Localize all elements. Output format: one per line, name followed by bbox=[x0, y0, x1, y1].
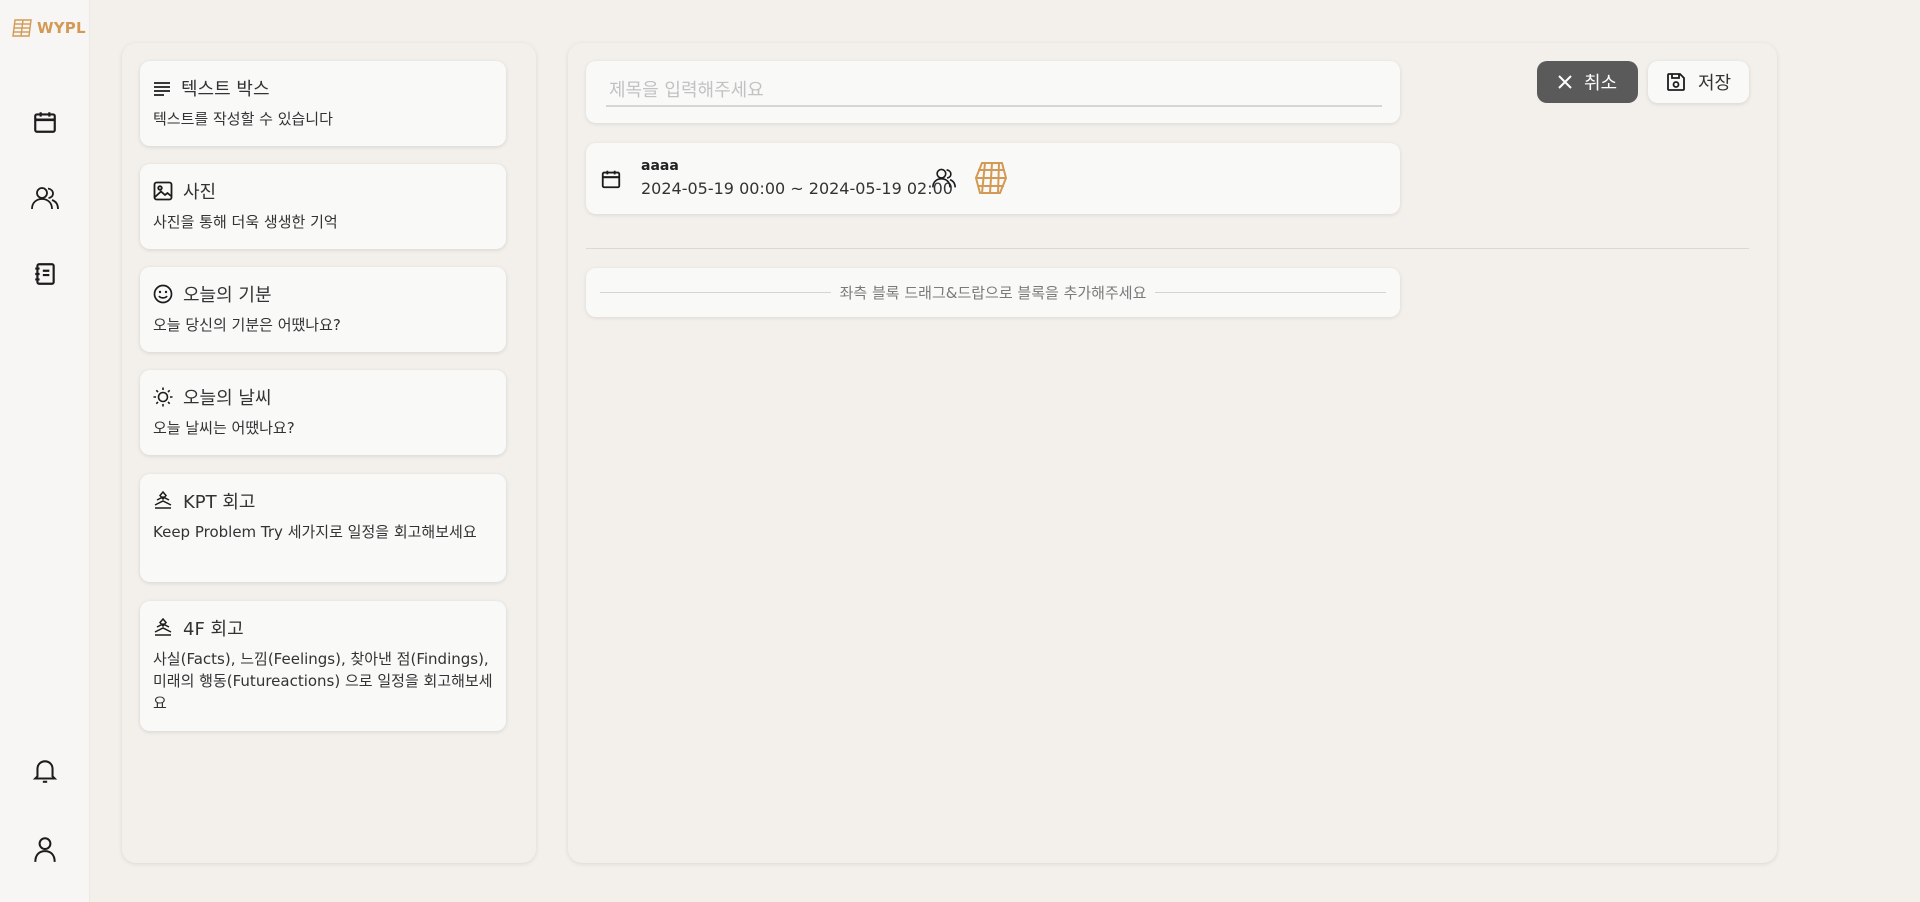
divider bbox=[586, 248, 1749, 249]
cancel-button[interactable]: 취소 bbox=[1537, 61, 1638, 103]
block-title: 오늘의 날씨 bbox=[183, 388, 272, 409]
drop-line-left bbox=[600, 292, 831, 293]
block-item-mood[interactable]: 오늘의 기분 오늘 당신의 기분은 어땠나요? bbox=[140, 267, 506, 352]
calendar-icon bbox=[601, 170, 621, 189]
block-desc: 사실(Facts), 느낌(Feelings), 찾아낸 점(Findings)… bbox=[153, 650, 493, 712]
nav-notification-button[interactable] bbox=[29, 755, 61, 787]
drop-hint: 좌측 블록 드래그&드랍으로 블록을 추가해주세요 bbox=[839, 284, 1147, 302]
block-desc: Keep Problem Try 세가지로 일정을 회고해보세요 bbox=[153, 523, 477, 541]
block-item-photo[interactable]: 사진 사진을 통해 더욱 생생한 기억 bbox=[140, 164, 506, 249]
block-desc: 오늘 당신의 기분은 어땠나요? bbox=[153, 316, 341, 334]
block-title: 텍스트 박스 bbox=[181, 79, 270, 100]
logo-text: WYPL bbox=[37, 19, 86, 37]
group-icon bbox=[31, 187, 59, 210]
schedule-name: aaaa bbox=[641, 158, 679, 174]
title-input[interactable] bbox=[606, 75, 1382, 107]
nav-group-button[interactable] bbox=[29, 182, 61, 214]
calendar-icon bbox=[34, 112, 56, 133]
save-button[interactable]: 저장 bbox=[1648, 61, 1749, 103]
block-title: 4F 회고 bbox=[183, 619, 244, 640]
retro-icon bbox=[154, 618, 172, 636]
save-label: 저장 bbox=[1697, 73, 1732, 94]
schedule-card[interactable]: aaaa 2024-05-19 00:00 ~ 2024-05-19 02:00 bbox=[586, 143, 1400, 214]
block-item-4f[interactable]: 4F 회고 사실(Facts), 느낌(Feelings), 찾아낸 점(Fin… bbox=[140, 601, 506, 731]
title-card bbox=[586, 61, 1400, 123]
member-avatar-icon[interactable] bbox=[972, 159, 1010, 197]
notebook-icon bbox=[35, 263, 55, 285]
block-desc: 사진을 통해 더욱 생생한 기억 bbox=[153, 213, 338, 231]
block-drop-zone[interactable]: 좌측 블록 드래그&드랍으로 블록을 추가해주세요 bbox=[586, 268, 1400, 317]
text-lines-icon bbox=[154, 82, 170, 96]
block-desc: 오늘 날씨는 어땠나요? bbox=[153, 419, 295, 437]
nav-notebook-button[interactable] bbox=[29, 258, 61, 290]
save-icon bbox=[1667, 73, 1685, 91]
block-title: 사진 bbox=[183, 182, 217, 203]
block-item-kpt[interactable]: KPT 회고 Keep Problem Try 세가지로 일정을 회고해보세요 bbox=[140, 474, 506, 582]
bell-icon bbox=[32, 760, 58, 783]
drop-line-right bbox=[1155, 292, 1386, 293]
close-icon bbox=[1558, 75, 1572, 89]
sun-icon bbox=[153, 387, 173, 407]
retro-icon bbox=[154, 491, 172, 509]
block-desc: 텍스트를 작성할 수 있습니다 bbox=[153, 110, 333, 128]
schedule-time: 2024-05-19 00:00 ~ 2024-05-19 02:00 bbox=[641, 179, 953, 198]
group-icon bbox=[932, 168, 956, 188]
user-icon bbox=[34, 837, 56, 862]
nav-profile-button[interactable] bbox=[29, 833, 61, 865]
editor-panel: aaaa 2024-05-19 00:00 ~ 2024-05-19 02:00 bbox=[568, 43, 1777, 863]
image-icon bbox=[153, 181, 173, 201]
nav-rail: WYPL bbox=[0, 0, 90, 902]
block-title: 오늘의 기분 bbox=[183, 285, 272, 306]
block-item-weather[interactable]: 오늘의 날씨 오늘 날씨는 어땠나요? bbox=[140, 370, 506, 455]
globe-logo-icon bbox=[12, 19, 32, 37]
cancel-label: 취소 bbox=[1583, 73, 1618, 94]
app-logo[interactable]: WYPL bbox=[10, 18, 86, 38]
block-title: KPT 회고 bbox=[183, 492, 256, 513]
smile-icon bbox=[153, 284, 173, 304]
nav-calendar-button[interactable] bbox=[29, 106, 61, 138]
block-palette: 텍스트 박스 텍스트를 작성할 수 있습니다 사진 사진을 통해 더욱 생생한 … bbox=[122, 43, 536, 863]
block-item-text[interactable]: 텍스트 박스 텍스트를 작성할 수 있습니다 bbox=[140, 61, 506, 146]
